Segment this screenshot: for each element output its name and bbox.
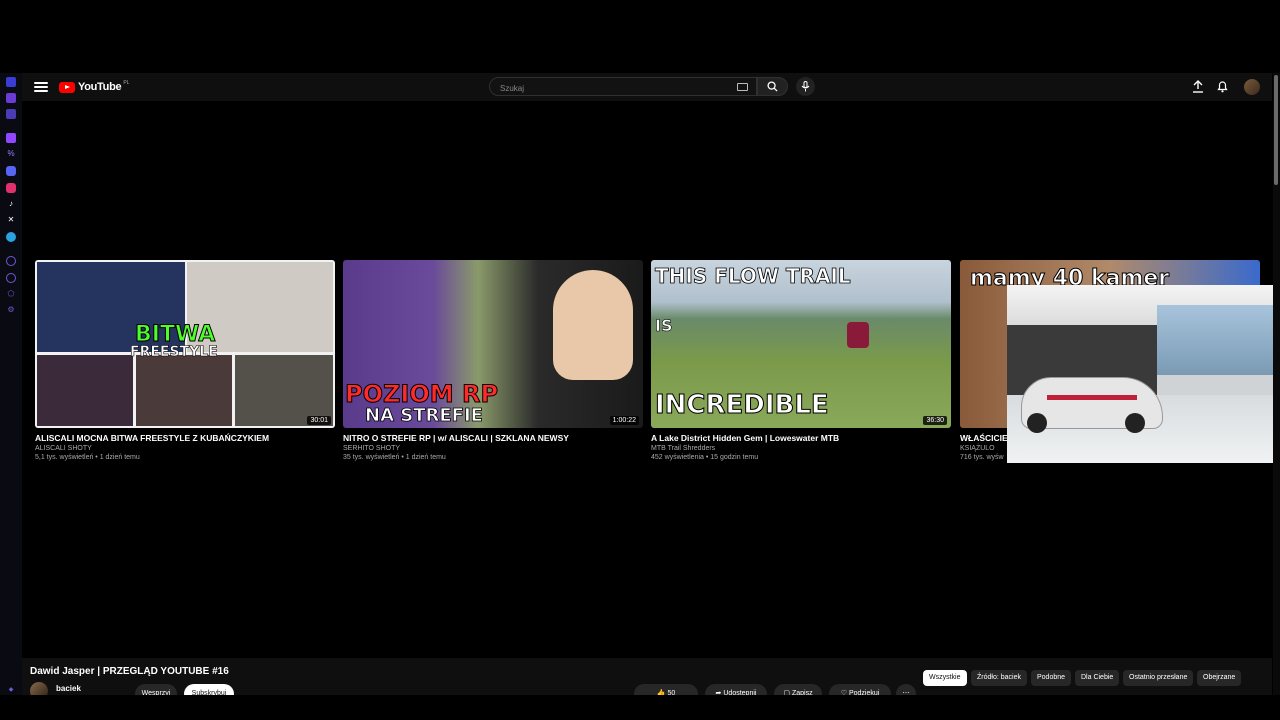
filter-chip-all[interactable]: Wszystkie [923,670,967,686]
logo-text: YouTube [78,81,122,93]
thumbnail-text: FREESTYLE [130,344,218,361]
user-avatar[interactable] [1244,79,1260,95]
filter-chip-source[interactable]: Źródło: baciek [971,670,1027,686]
filter-chip-similar[interactable]: Podobne [1031,670,1072,686]
video-title[interactable]: ALISCALI MOCNA BITWA FREESTYLE Z KUBAŃCZ… [35,433,335,443]
youtube-header: YouTube PL [22,73,1272,101]
preview-wheel [1125,413,1145,433]
voice-search-button[interactable] [796,77,815,96]
keyboard-icon[interactable] [737,83,748,91]
channel-name[interactable]: MTB Trail Shredders [651,445,951,452]
video-thumbnail[interactable]: BITWA FREESTYLE 30:01 [35,260,335,428]
watch-info-bar: Dawid Jasper | PRZEGLĄD YOUTUBE #16 baci… [22,658,1272,704]
preview-window [1157,305,1280,375]
library-icon[interactable] [6,93,16,103]
thumbnail-text: POZIOM RP [344,380,499,409]
video-stats: 5,1 tys. wyświetleń • 1 dzień temu [35,454,140,461]
thumbnail-panel [136,355,232,426]
video-card[interactable]: POZIOM RP NA STREFIE 1:00:22 NITRO O STR… [343,260,643,461]
clock-icon[interactable] [6,256,16,266]
filter-chip-recent[interactable]: Ostatnio przesłane [1123,670,1194,686]
filter-chip-watched[interactable]: Obejrzane [1197,670,1242,686]
thumbnail-text: INCREDIBLE [655,390,830,421]
video-stats: 35 tys. wyświetleń • 1 dzień temu [343,454,446,461]
preview-wheel [1027,413,1047,433]
extension-label-icon: ◆ [8,687,14,693]
search-icon [767,81,778,92]
logo-country: PL [123,80,130,86]
thumbnail-face [553,270,633,380]
shape-icon[interactable]: ⬠ [6,289,16,299]
video-title: Dawid Jasper | PRZEGLĄD YOUTUBE #16 [30,666,229,677]
home-icon[interactable] [6,77,16,87]
thumbnail-text: IS [655,316,673,336]
instagram-icon[interactable] [6,183,16,193]
letterbox-top [0,0,1280,73]
video-stats: 452 wyświetlenia • 15 godzin temu [651,454,759,461]
microphone-icon [801,81,810,92]
video-title[interactable]: NITRO O STREFIE RP | w/ ALISCALI | SZKLA… [343,433,643,443]
upload-icon[interactable] [1192,80,1206,94]
thumbnail-text: NA STREFIE [365,405,484,427]
youtube-logo[interactable]: YouTube PL [59,80,129,94]
letterbox-bottom [0,695,1280,720]
filter-chip-for-you[interactable]: Dla Ciebie [1075,670,1120,686]
video-thumbnail[interactable]: POZIOM RP NA STREFIE 1:00:22 [343,260,643,428]
gear-icon[interactable]: ⚙ [6,305,16,315]
channel-name[interactable]: baciek [56,684,81,693]
miniplayer-preview[interactable] [1007,285,1280,463]
thumbnail-panel [37,355,133,426]
thumbnail-rider [847,322,869,348]
channel-name[interactable]: SERHITO SHOTY [343,445,643,452]
hamburger-menu-icon[interactable] [34,80,48,94]
thumbnail-text: THIS FLOW TRAIL [655,264,851,289]
search-box[interactable] [489,77,757,97]
video-thumbnail[interactable]: THIS FLOW TRAIL IS INCREDIBLE 36:30 [651,260,951,428]
channel-name[interactable]: ALISCALI SHOTY [35,445,335,452]
video-duration: 1:00:22 [609,416,639,425]
video-card[interactable]: THIS FLOW TRAIL IS INCREDIBLE 36:30 A La… [651,260,951,461]
search-button[interactable] [757,77,788,96]
video-card[interactable]: BITWA FREESTYLE 30:01 ALISCALI MOCNA BIT… [35,260,335,461]
bookmark-icon[interactable] [6,109,16,119]
video-duration: 36:30 [923,416,947,425]
search-input[interactable] [490,80,740,97]
scrollbar-thumb[interactable] [1274,75,1278,185]
page-scrollbar[interactable] [1273,73,1280,695]
preview-car-stripe [1047,395,1137,400]
notifications-bell-icon[interactable] [1217,80,1231,94]
browser-extension-bar: % ♪ ✕ ⬠ ⚙ ◆ [0,73,22,695]
discord-icon[interactable] [6,166,16,176]
percent-icon[interactable]: % [6,149,16,159]
youtube-play-icon [59,81,75,93]
history-icon[interactable] [6,273,16,283]
telegram-icon[interactable] [6,232,16,242]
tiktok-icon[interactable]: ♪ [6,199,16,209]
x-icon[interactable]: ✕ [6,215,16,225]
video-duration: 30:01 [307,416,331,425]
twitch-icon[interactable] [6,133,16,143]
video-title[interactable]: A Lake District Hidden Gem | Loweswater … [651,433,951,443]
